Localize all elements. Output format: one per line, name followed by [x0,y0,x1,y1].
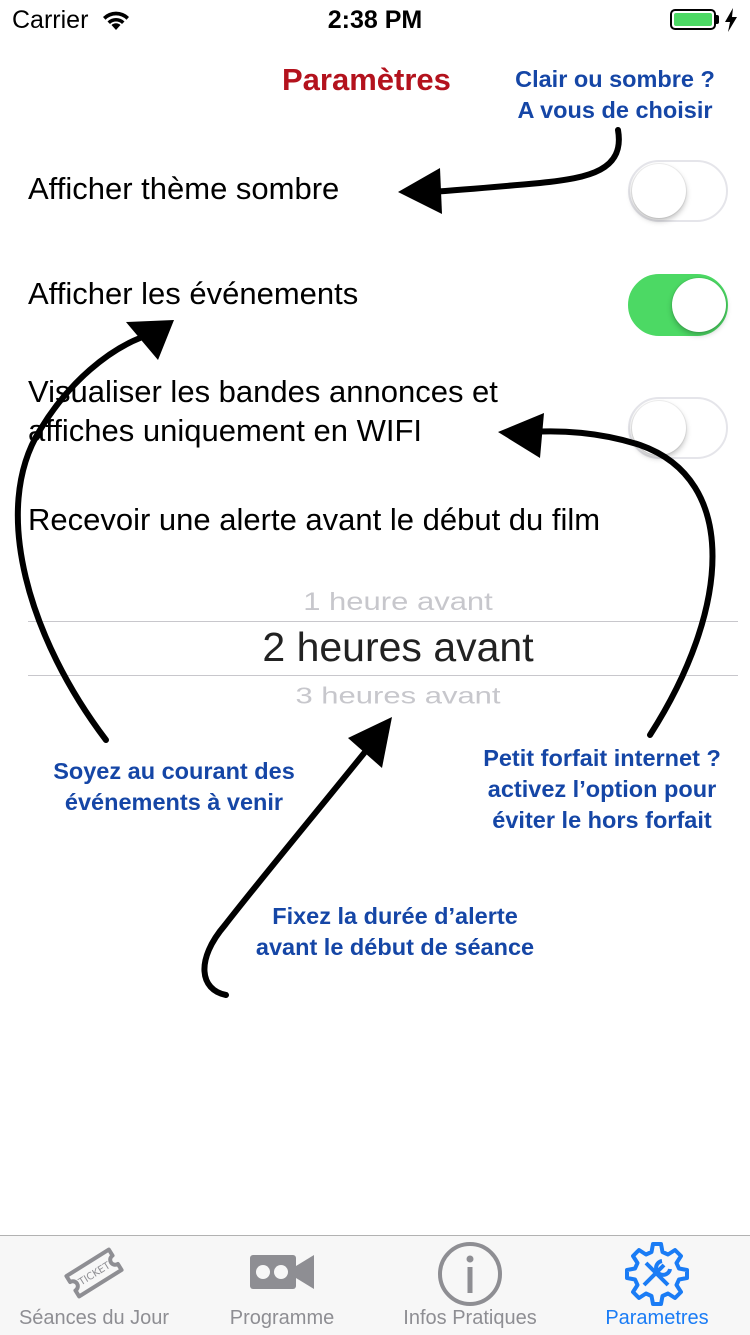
annotation-wifi: Petit forfait internet ? activez l’optio… [462,743,742,836]
dark-theme-toggle[interactable] [628,160,728,222]
annotation-line: Soyez au courant des [53,758,295,784]
annotation-line: Petit forfait internet ? [483,745,721,771]
toggle-knob [672,278,726,332]
settings-tools-icon [625,1242,689,1306]
events-toggle[interactable] [628,274,728,336]
video-camera-icon [250,1255,314,1289]
picker-selected-option[interactable]: 2 heures avant [0,624,750,671]
picker-option[interactable]: 1 heure avant [0,588,750,617]
picker-option[interactable]: 3 heures avant [0,683,750,710]
setting-label: Afficher thème sombre [28,171,340,206]
annotation-events: Soyez au courant des événements à venir [24,756,324,818]
setting-label-line-2: affiches uniquement en WIFI [28,413,423,448]
alert-label: Recevoir une alerte avant le début du fi… [28,502,601,537]
ticket-icon: TICKET [64,1247,124,1299]
picker-divider [28,621,738,622]
toggle-knob [632,164,686,218]
setting-label: Afficher les événements [28,276,359,311]
annotation-theme: Clair ou sombre ? A vous de choisir [490,64,740,126]
tab-parametres[interactable]: Parametres [564,1235,750,1334]
annotation-alert: Fixez la durée d’alerte avant le début d… [230,901,560,963]
arrow-head-alert [348,717,392,768]
annotation-line: Fixez la durée d’alerte [272,903,518,929]
tab-label: Programme [229,1307,335,1329]
setting-row-wifi-only: Visualiser les bandes annonces et affich… [0,372,750,462]
status-time: 2:38 PM [327,6,423,34]
tab-label: Séances du Jour [18,1307,170,1329]
tab-label: Infos Pratiques [403,1307,537,1329]
annotation-line: éviter le hors forfait [492,807,712,833]
battery-cap [716,15,719,24]
info-icon [438,1242,502,1306]
wifi-only-toggle[interactable] [628,397,728,459]
tab-seances-du-jour[interactable]: TICKET Séances du Jour [0,1235,188,1334]
annotation-line: activez l’option pour [487,776,717,802]
annotation-line: événements à venir [64,789,284,815]
annotation-line: A vous de choisir [517,97,713,123]
annotation-line: avant le début de séance [255,934,535,960]
setting-label-line-1: Visualiser les bandes annonces et [28,374,498,409]
charging-bolt-icon [725,8,737,32]
setting-row-events: Afficher les événements [0,274,750,338]
toggle-knob [632,401,686,455]
page-title: Paramètres [282,62,451,97]
battery-level [674,13,712,26]
tab-infos-pratiques[interactable]: Infos Pratiques [376,1235,564,1334]
tab-label: Parametres [605,1307,709,1329]
battery-icon [670,9,716,30]
setting-row-dark-theme: Afficher thème sombre [0,160,750,224]
tab-programme[interactable]: Programme [188,1235,376,1334]
annotation-line: Clair ou sombre ? [515,66,715,92]
picker-divider [28,675,738,676]
